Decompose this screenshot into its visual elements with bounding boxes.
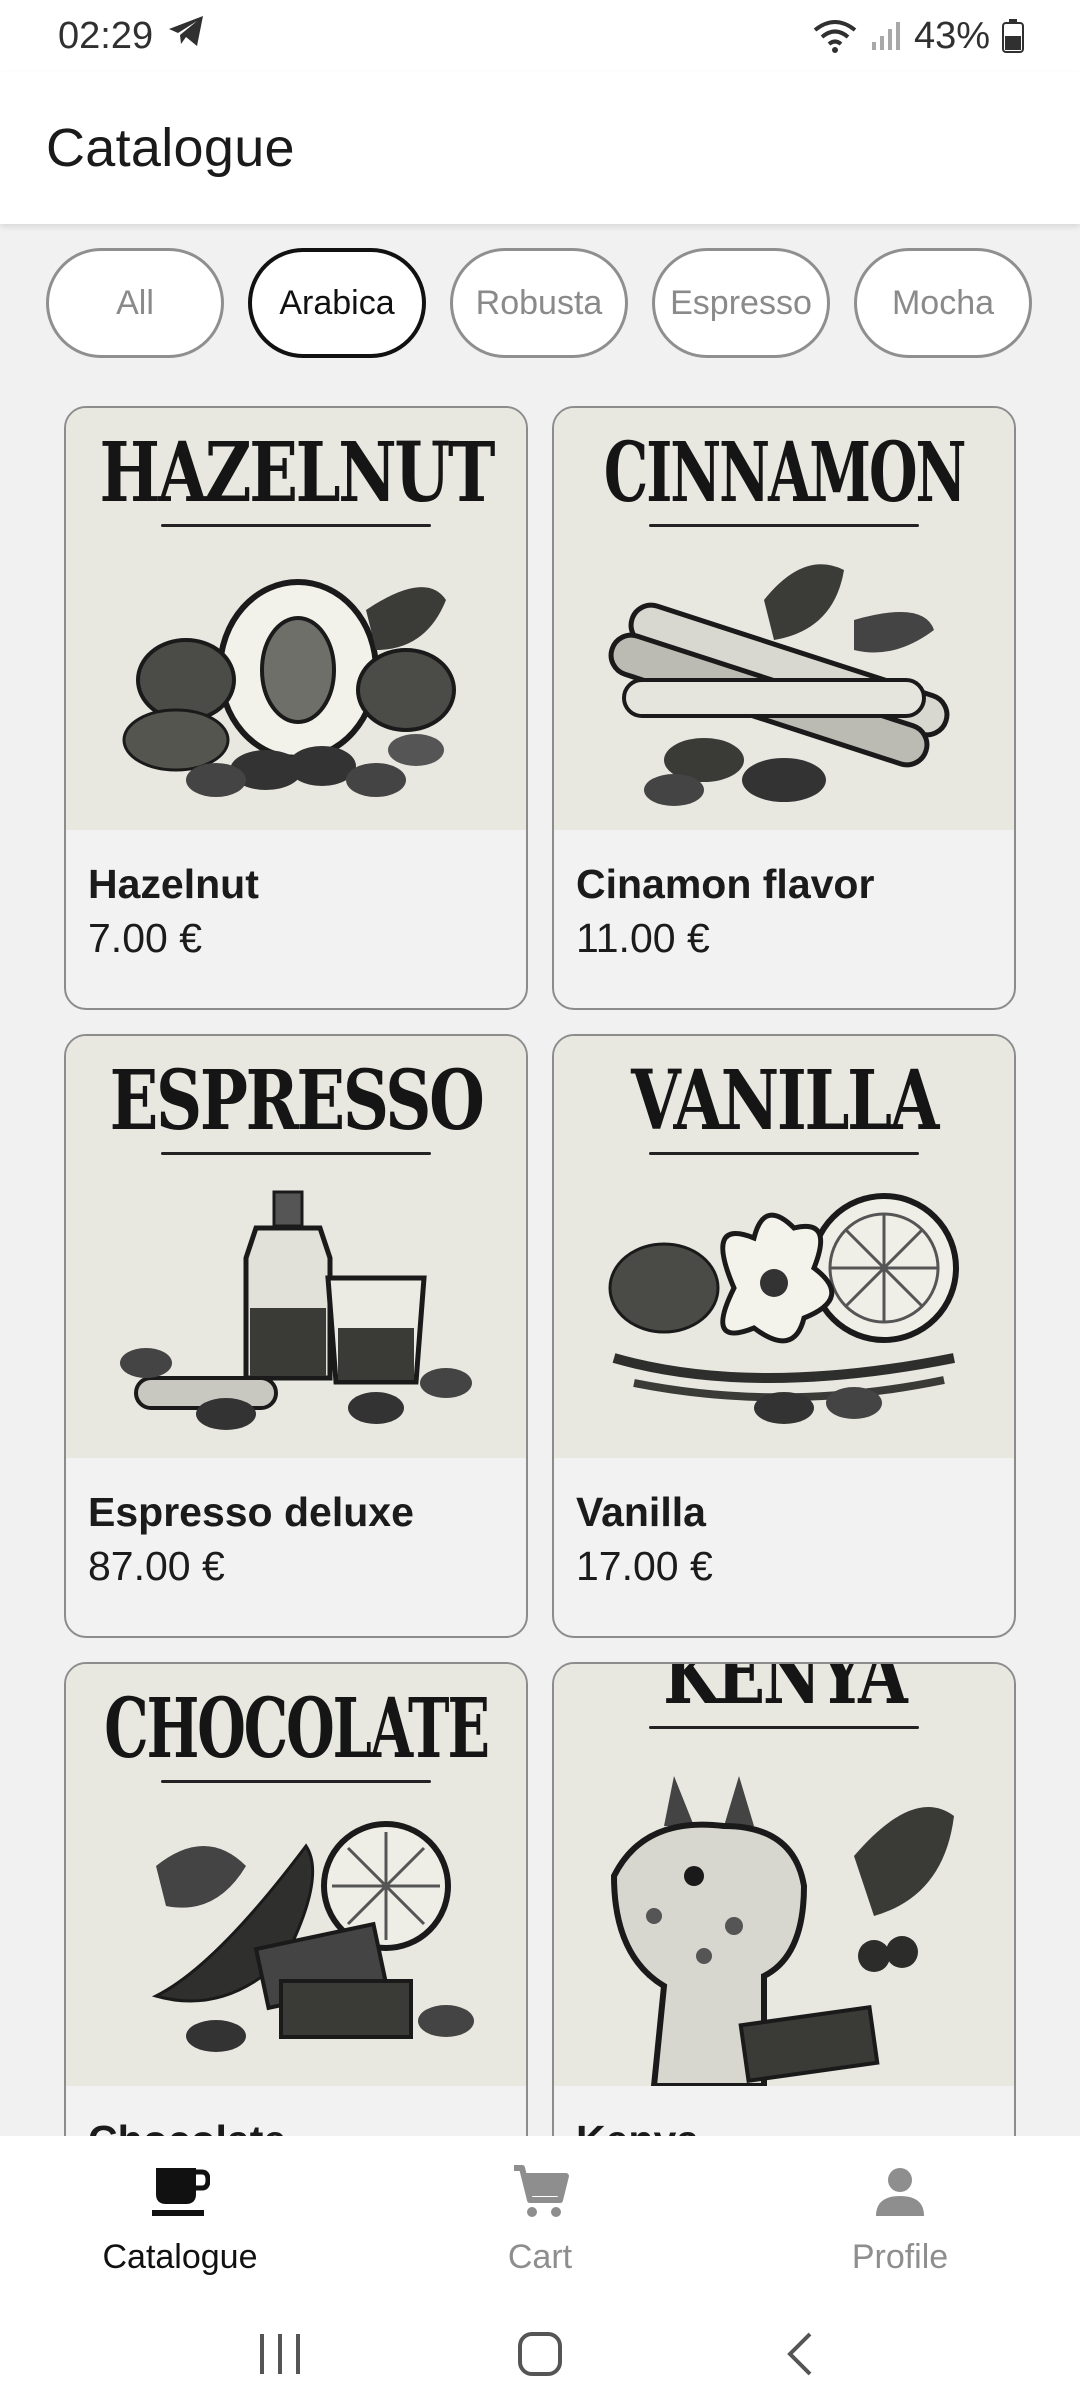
card-info: Cinamon flavor 11.00 € — [554, 830, 1014, 962]
hazelnut-illustration: HAZELNUT — [66, 408, 526, 830]
vanilla-art-icon — [608, 1193, 959, 1424]
art-title: ESPRESSO — [109, 1053, 485, 1149]
filter-chip-robusta[interactable]: Robusta — [450, 248, 628, 358]
wifi-icon — [812, 18, 858, 54]
chip-label: Mocha — [891, 283, 995, 322]
system-navigation-bar — [0, 2300, 1080, 2408]
art-title: CINNAMON — [603, 425, 967, 521]
card-info: Kenya — [554, 2086, 1014, 2136]
product-card[interactable]: CINNAMON Cinamon flavor 11.00 € — [552, 406, 1016, 1010]
kenya-illustration: KENYA — [554, 1664, 1014, 2086]
home-icon — [518, 2332, 562, 2376]
battery-percent: 43% — [913, 14, 990, 57]
art-underline — [161, 1780, 431, 1783]
filter-chip-espresso[interactable]: Espresso — [652, 248, 830, 358]
product-card[interactable]: KENYA Kenya — [552, 1662, 1016, 2136]
cinnamon-art-icon — [608, 564, 950, 806]
art-title: VANILLA — [631, 1053, 939, 1149]
recents-icon — [260, 2334, 300, 2374]
app-bar: Catalogue — [0, 72, 1080, 224]
chocolate-illustration: CHOCOLATE — [66, 1664, 526, 2086]
person-icon — [868, 2160, 932, 2224]
back-icon — [787, 2332, 812, 2376]
chip-label: Espresso — [670, 283, 812, 322]
art-underline — [649, 1726, 919, 1729]
product-price: 87.00 € — [88, 1543, 225, 1590]
product-name: Cinamon flavor — [576, 861, 875, 907]
card-info: Chocolate — [66, 2086, 526, 2136]
signal-icon — [870, 20, 902, 52]
filter-chips: All Arabica Robusta Espresso Mocha — [46, 248, 1032, 358]
art-underline — [161, 524, 431, 527]
art-title: HAZELNUT — [99, 425, 495, 521]
telegram-icon — [167, 14, 205, 58]
vanilla-illustration: VANILLA — [554, 1036, 1014, 1458]
status-bar: 02:29 43% — [0, 0, 1080, 72]
art-title: CHOCOLATE — [104, 1681, 490, 1777]
chip-label: Arabica — [279, 283, 395, 322]
bottom-navigation: Catalogue Cart Profile — [0, 2136, 1080, 2300]
art-title: KENYA — [662, 1662, 908, 1723]
product-name: Espresso deluxe — [88, 1489, 414, 1535]
home-button[interactable] — [500, 2324, 580, 2384]
product-name: Hazelnut — [88, 861, 259, 907]
cart-icon — [508, 2160, 572, 2224]
nav-item-catalogue[interactable]: Catalogue — [0, 2136, 360, 2300]
nav-item-profile[interactable]: Profile — [720, 2136, 1080, 2300]
back-button[interactable] — [760, 2324, 840, 2384]
recents-button[interactable] — [240, 2324, 320, 2384]
card-info: Vanilla 17.00 € — [554, 1458, 1014, 1590]
product-card[interactable]: ESPRESSO Espresso deluxe 87.00 € — [64, 1034, 528, 1638]
art-underline — [649, 524, 919, 527]
art-underline — [161, 1152, 431, 1155]
product-card[interactable]: VANILLA Vanilla 17.00 € — [552, 1034, 1016, 1638]
hazelnut-art-icon — [122, 579, 456, 797]
status-right: 43% — [812, 15, 1024, 58]
page-title: Catalogue — [46, 118, 295, 178]
espresso-art-icon — [120, 1190, 472, 1430]
filter-chip-all[interactable]: All — [46, 248, 224, 358]
product-name: Chocolate — [88, 2116, 526, 2136]
nav-item-cart[interactable]: Cart — [360, 2136, 720, 2300]
nav-label: Catalogue — [102, 2238, 258, 2276]
kenya-art-icon — [610, 1776, 954, 2086]
product-card[interactable]: CHOCOLATE Chocolate — [64, 1662, 528, 2136]
chip-label: All — [116, 283, 154, 322]
product-card[interactable]: HAZELNUT Hazelnut 7.00 € — [64, 406, 528, 1010]
filter-chip-mocha[interactable]: Mocha — [854, 248, 1032, 358]
status-left: 02:29 — [58, 14, 205, 58]
espresso-illustration: ESPRESSO — [66, 1036, 526, 1458]
product-price: 7.00 € — [88, 915, 202, 962]
nav-label: Cart — [507, 2238, 573, 2276]
cinnamon-illustration: CINNAMON — [554, 408, 1014, 830]
product-grid: HAZELNUT Hazelnut 7.00 € CINNAMON Cinamo… — [64, 406, 1016, 2136]
filter-chip-arabica[interactable]: Arabica — [248, 248, 426, 358]
card-info: Espresso deluxe 87.00 € — [66, 1458, 526, 1590]
status-time: 02:29 — [58, 14, 154, 57]
chip-label: Robusta — [475, 283, 603, 322]
chocolate-art-icon — [151, 1821, 474, 2052]
card-info: Hazelnut 7.00 € — [66, 830, 526, 962]
product-name: Kenya — [576, 2116, 1014, 2136]
product-price: 11.00 € — [576, 915, 710, 962]
coffee-cup-icon — [148, 2160, 212, 2224]
battery-icon — [1002, 19, 1024, 53]
product-grid-viewport[interactable]: HAZELNUT Hazelnut 7.00 € CINNAMON Cinamo… — [0, 380, 1080, 2136]
product-price: 17.00 € — [576, 1543, 713, 1590]
art-underline — [649, 1152, 919, 1155]
nav-label: Profile — [851, 2238, 949, 2276]
product-name: Vanilla — [576, 1489, 706, 1535]
